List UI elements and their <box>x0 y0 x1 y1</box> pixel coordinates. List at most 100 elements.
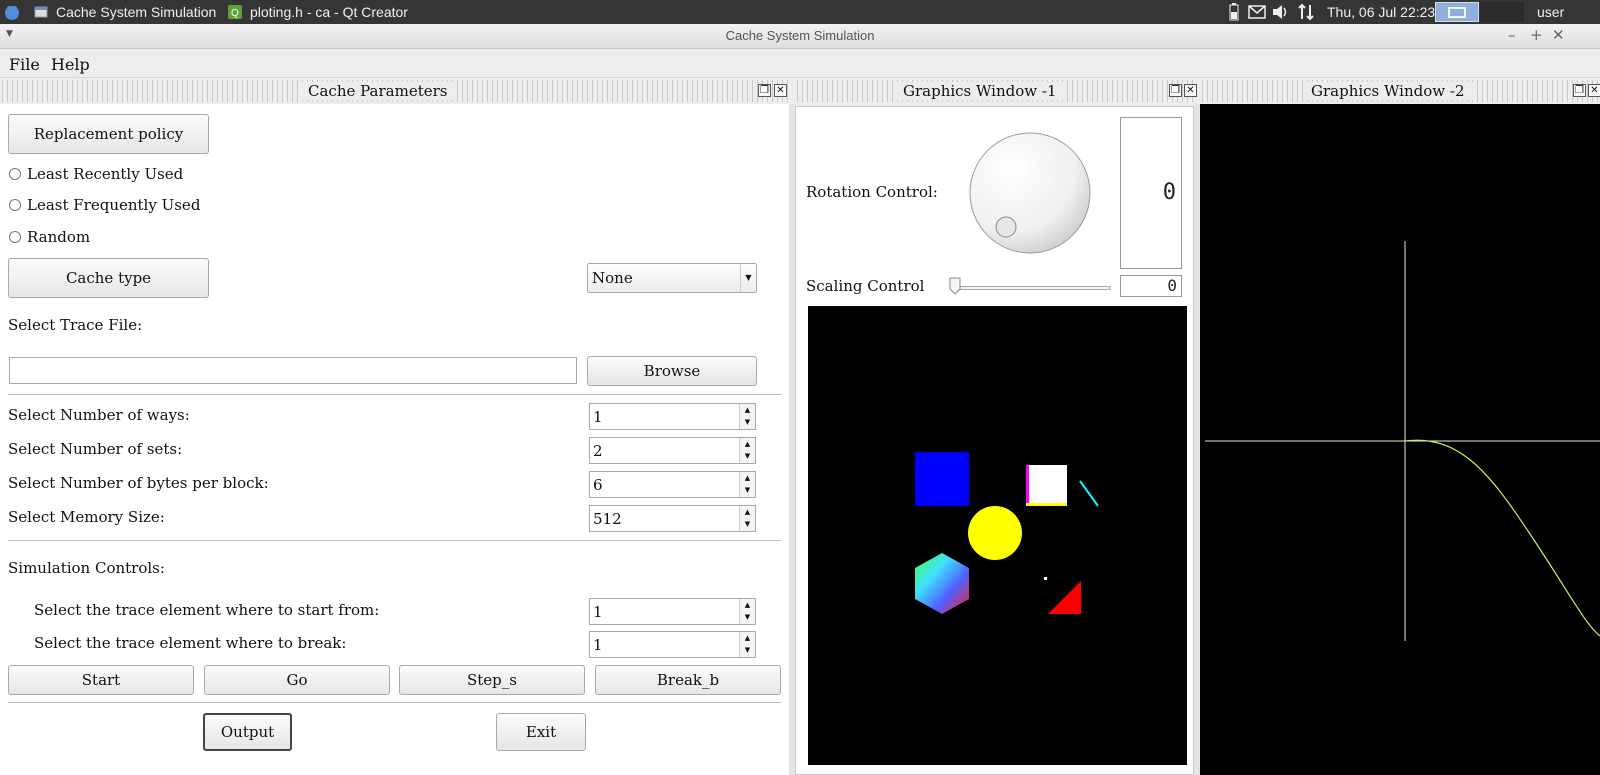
spinbox-value: 1 <box>593 603 603 621</box>
step-button[interactable]: Step_s <box>399 665 585 695</box>
start-menu-button[interactable] <box>3 0 21 24</box>
close-icon[interactable]: ✕ <box>1552 26 1565 44</box>
volume-icon[interactable] <box>1271 4 1291 20</box>
rotation-dial[interactable] <box>968 131 1092 255</box>
select-trace-label: Select Trace File: <box>8 316 143 334</box>
spinbox-arrows-icon[interactable]: ▲ ▼ <box>739 404 755 429</box>
white-square <box>1029 465 1067 503</box>
dial-knob-icon[interactable] <box>995 216 1017 238</box>
spinbox-arrows-icon[interactable]: ▲ ▼ <box>739 632 755 657</box>
taskbar: Cache System Simulation Q ploting.h - ca… <box>0 0 1600 24</box>
menubar: File Help <box>0 50 1600 78</box>
window-icon <box>34 6 48 18</box>
break-button[interactable]: Break_b <box>595 665 781 695</box>
start-button[interactable]: Start <box>8 665 194 695</box>
yellow-edge <box>1026 503 1067 506</box>
radio-label: Random <box>27 228 91 246</box>
menu-file[interactable]: File <box>9 55 40 74</box>
spinbox-arrows-icon[interactable]: ▲ ▼ <box>739 472 755 497</box>
rotation-lcd-value: 0 <box>1162 180 1177 205</box>
network-icon[interactable] <box>1297 3 1315 21</box>
ways-spinbox[interactable]: 1 ▲ ▼ <box>589 403 756 430</box>
taskbar-item-label: Cache System Simulation <box>56 4 217 20</box>
taskbar-item-qt-creator[interactable]: Q ploting.h - ca - Qt Creator <box>228 0 408 24</box>
scaling-label: Scaling Control <box>806 277 925 295</box>
output-button[interactable]: Output <box>203 713 292 751</box>
memory-spinbox[interactable]: 512 ▲ ▼ <box>589 505 756 532</box>
float-icon[interactable]: ❐ <box>1169 84 1182 97</box>
graphics1-dock-title[interactable]: Graphics Window -1 ❐ ✕ <box>795 80 1197 102</box>
browse-button[interactable]: Browse <box>587 356 757 386</box>
exit-button[interactable]: Exit <box>496 713 586 751</box>
float-icon[interactable]: ❐ <box>758 84 771 97</box>
close-dock-icon[interactable]: ✕ <box>1184 84 1197 97</box>
graphics1-panel: Rotation Control: 0 Scaling Control 0 <box>795 106 1194 775</box>
graphics2-dock-title[interactable]: Graphics Window -2 ❐ ✕ <box>1200 80 1600 102</box>
spinbox-value: 512 <box>593 510 622 528</box>
cache-type-combobox[interactable]: None ▼ <box>587 263 757 293</box>
taskbar-item-label: ploting.h - ca - Qt Creator <box>250 4 408 20</box>
trace-file-input[interactable] <box>9 357 577 384</box>
cache-params-title: Cache Parameters <box>300 82 456 100</box>
radio-indicator[interactable] <box>9 168 21 180</box>
scaling-lcd: 0 <box>1120 275 1182 297</box>
break-label: Select the trace element where to break: <box>34 634 347 652</box>
yellow-circle <box>968 506 1022 560</box>
spinbox-arrows-icon[interactable]: ▲ ▼ <box>739 438 755 463</box>
battery-icon[interactable] <box>1228 3 1240 21</box>
workspace-window-icon <box>1448 7 1466 18</box>
white-point <box>1044 577 1047 580</box>
blue-square <box>915 452 969 506</box>
start-from-spinbox[interactable]: 1 ▲ ▼ <box>589 598 756 625</box>
sim-controls-label: Simulation Controls: <box>8 559 165 577</box>
graphics2-title: Graphics Window -2 <box>1303 82 1473 100</box>
cache-type-button[interactable]: Cache type <box>8 258 209 298</box>
graphics2-canvas[interactable] <box>1200 104 1600 775</box>
divider <box>8 702 781 703</box>
spinbox-value: 1 <box>593 636 603 654</box>
minimize-icon[interactable]: – <box>1508 26 1516 44</box>
scaling-slider[interactable] <box>953 286 1111 290</box>
graphics1-canvas[interactable] <box>808 306 1187 765</box>
close-dock-icon[interactable]: ✕ <box>774 84 787 97</box>
ways-label: Select Number of ways: <box>8 406 190 424</box>
clock[interactable]: Thu, 06 Jul 22:23 <box>1327 4 1435 20</box>
divider <box>8 394 781 395</box>
radio-indicator[interactable] <box>9 199 21 211</box>
bytes-spinbox[interactable]: 6 ▲ ▼ <box>589 471 756 498</box>
radio-lfu[interactable]: Least Frequently Used <box>9 196 200 214</box>
workspace-1[interactable] <box>1435 2 1479 22</box>
go-button[interactable]: Go <box>204 665 390 695</box>
divider <box>8 540 781 541</box>
chevron-down-icon[interactable]: ▼ <box>740 264 756 292</box>
maximize-icon[interactable]: + <box>1530 26 1543 44</box>
break-spinbox[interactable]: 1 ▲ ▼ <box>589 631 756 658</box>
workspace-2[interactable] <box>1480 2 1524 22</box>
radio-random[interactable]: Random <box>9 228 90 246</box>
user-name[interactable]: user <box>1537 4 1564 20</box>
combobox-value: None <box>592 269 633 287</box>
radio-indicator[interactable] <box>9 231 21 243</box>
radio-label: Least Frequently Used <box>27 196 201 214</box>
cache-params-dock-title[interactable]: Cache Parameters ❐ ✕ <box>0 80 792 102</box>
rotation-label: Rotation Control: <box>806 183 938 201</box>
close-dock-icon[interactable]: ✕ <box>1588 84 1600 97</box>
slider-handle-icon[interactable] <box>949 277 961 295</box>
spinbox-value: 1 <box>593 408 603 426</box>
spinbox-arrows-icon[interactable]: ▲ ▼ <box>739 599 755 624</box>
sets-label: Select Number of sets: <box>8 440 183 458</box>
sets-spinbox[interactable]: 2 ▲ ▼ <box>589 437 756 464</box>
radio-lru[interactable]: Least Recently Used <box>9 165 183 183</box>
taskbar-item-cache-sim[interactable]: Cache System Simulation <box>34 0 216 24</box>
radio-label: Least Recently Used <box>27 165 184 183</box>
menu-help[interactable]: Help <box>51 55 90 74</box>
spinbox-value: 2 <box>593 442 603 460</box>
float-icon[interactable]: ❐ <box>1573 84 1586 97</box>
mail-icon[interactable] <box>1248 5 1266 19</box>
replacement-policy-button[interactable]: Replacement policy <box>8 114 209 154</box>
spinbox-arrows-icon[interactable]: ▲ ▼ <box>739 506 755 531</box>
bytes-label: Select Number of bytes per block: <box>8 474 269 492</box>
start-from-label: Select the trace element where to start … <box>34 601 380 619</box>
qt-creator-icon: Q <box>228 5 242 19</box>
memory-label: Select Memory Size: <box>8 508 165 526</box>
